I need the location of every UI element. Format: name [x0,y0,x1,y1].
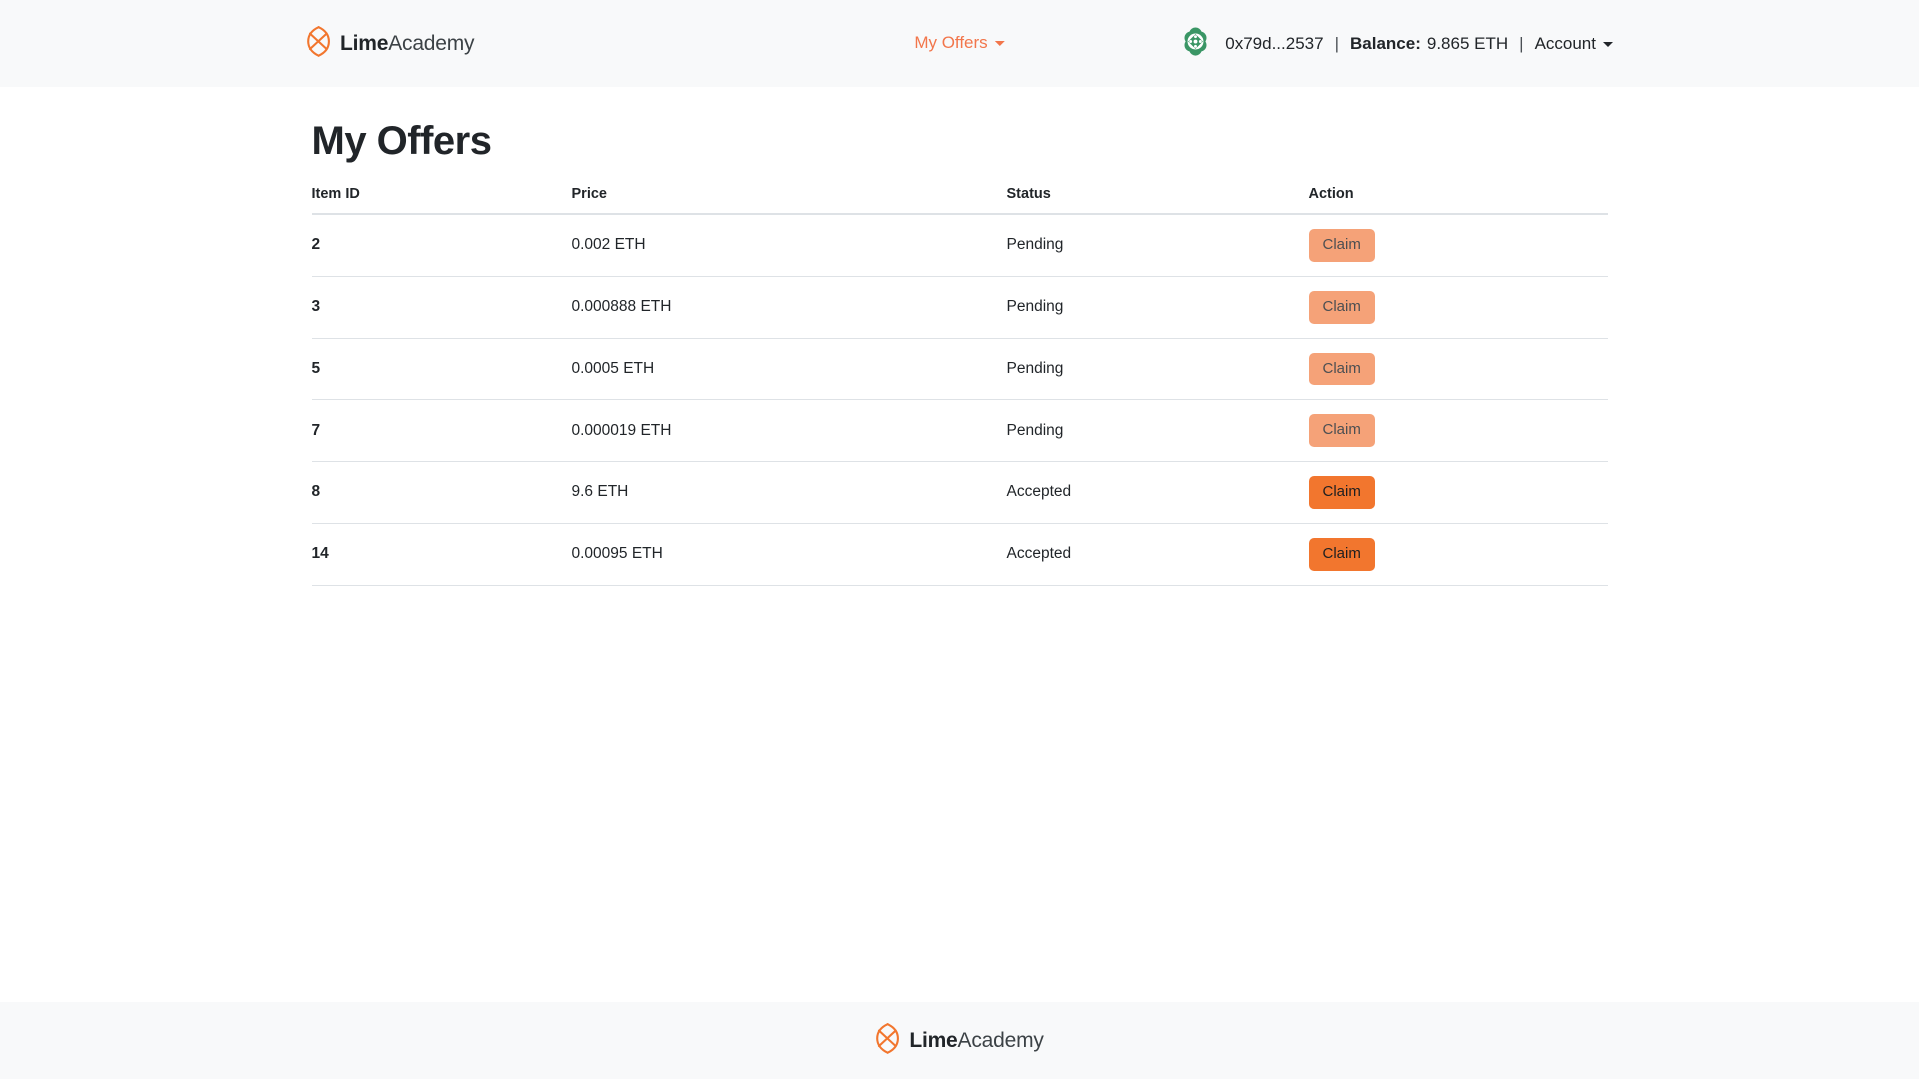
page-footer: LimeAcademy [0,1002,1919,1079]
cell-item-id: 8 [311,461,572,524]
cell-status: Pending [1006,214,1309,277]
cell-action: Claim [1308,399,1608,462]
offers-table: Item ID Price Status Action 2 0.002 ETH Pe… [311,186,1608,586]
page-title: My Offers [311,119,493,163]
navbar-center: My Offers [914,32,1005,53]
wallet-identicon [1180,26,1211,62]
account-menu[interactable]: Account [1535,34,1613,54]
table-row: 8 9.6 ETH Accepted Claim [311,461,1608,524]
table-row: 2 0.002 ETH Pending Claim [311,214,1608,277]
footer-brand-name: LimeAcademy [909,1028,1044,1053]
cell-price: 0.000888 ETH [571,276,1007,339]
table-header-row: Item ID Price Status Action [311,186,1608,215]
cell-action: Claim [1308,338,1608,401]
offers-table-head: Item ID Price Status Action [311,186,1608,215]
cell-action: Claim [1308,461,1608,524]
cell-item-id: 14 [311,523,572,586]
content-container: My Offers Item ID Price Status Action 20… [311,87,1608,586]
cell-price: 0.000019 ETH [571,399,1007,462]
cell-status: Accepted [1006,523,1309,586]
table-row: 5 0.0005 ETH Pending Claim [311,338,1608,401]
cell-status: Accepted [1006,461,1309,524]
claim-button: Claim [1308,290,1375,324]
column-header-status: Status [1006,186,1309,215]
cell-item-id: 7 [311,399,572,462]
cell-status: Pending [1006,399,1309,462]
lime-academy-logo-icon [875,1022,900,1060]
offers-table-body: 2 0.002 ETH Pending Claim 3 0.000888 ETH Pendi… [311,214,1608,586]
cell-price: 0.0005 ETH [571,338,1007,401]
chevron-down-icon [1603,42,1613,47]
table-row: 7 0.000019 ETH Pending Claim [311,399,1608,462]
claim-button[interactable]: Claim [1308,537,1375,571]
brand-name-light: Academy [388,31,475,55]
wallet-separator-2: | [1519,33,1524,53]
footer-brand-link[interactable]: LimeAcademy [875,1022,1044,1060]
cell-status: Pending [1006,338,1309,401]
cell-action: Claim [1308,214,1608,277]
nav-item-my-offers-label: My Offers [914,32,988,52]
cell-item-id: 5 [311,338,572,401]
cell-price: 0.002 ETH [571,214,1007,277]
top-navbar: LimeAcademy My Offers 0x79d...2537 | Bal… [0,0,1919,87]
cell-item-id: 3 [311,276,572,339]
column-header-action: Action [1308,186,1608,215]
claim-button: Claim [1308,352,1375,386]
cell-action: Claim [1308,276,1608,339]
cell-price: 9.6 ETH [571,461,1007,524]
balance-label: Balance: [1350,33,1421,53]
cell-status: Pending [1006,276,1309,339]
cell-action: Claim [1308,523,1608,586]
footer-brand-name-light: Academy [957,1028,1044,1052]
nav-item-my-offers[interactable]: My Offers [914,32,1005,53]
claim-button: Claim [1308,229,1375,262]
cell-item-id: 2 [311,214,572,277]
brand-name-bold: Lime [340,31,389,55]
chevron-down-icon [994,41,1005,46]
column-header-item-id: Item ID [311,186,572,215]
wallet-separator-1: | [1334,33,1339,53]
main-content: My Offers Item ID Price Status Action 20… [0,87,1919,1002]
app-root: LimeAcademy My Offers 0x79d...2537 | Bal… [0,0,1919,1079]
claim-button[interactable]: Claim [1308,476,1375,509]
wallet-address: 0x79d...2537 [1225,33,1324,53]
brand-home-link[interactable]: LimeAcademy [306,25,475,63]
lime-academy-logo-icon [306,25,331,63]
table-row: 3 0.000888 ETH Pending Claim [311,276,1608,339]
wallet-info: 0x79d...2537 | Balance: 9.865 ETH | Acco… [1180,26,1613,62]
footer-brand-name-bold: Lime [909,1028,958,1052]
table-row: 14 0.00095 ETH Accepted Claim [311,523,1608,586]
brand-name: LimeAcademy [340,31,475,56]
claim-button: Claim [1308,414,1375,447]
balance-value: 9.865 ETH [1426,33,1509,53]
column-header-price: Price [571,186,1007,215]
account-menu-label: Account [1534,33,1596,53]
cell-price: 0.00095 ETH [571,523,1007,586]
